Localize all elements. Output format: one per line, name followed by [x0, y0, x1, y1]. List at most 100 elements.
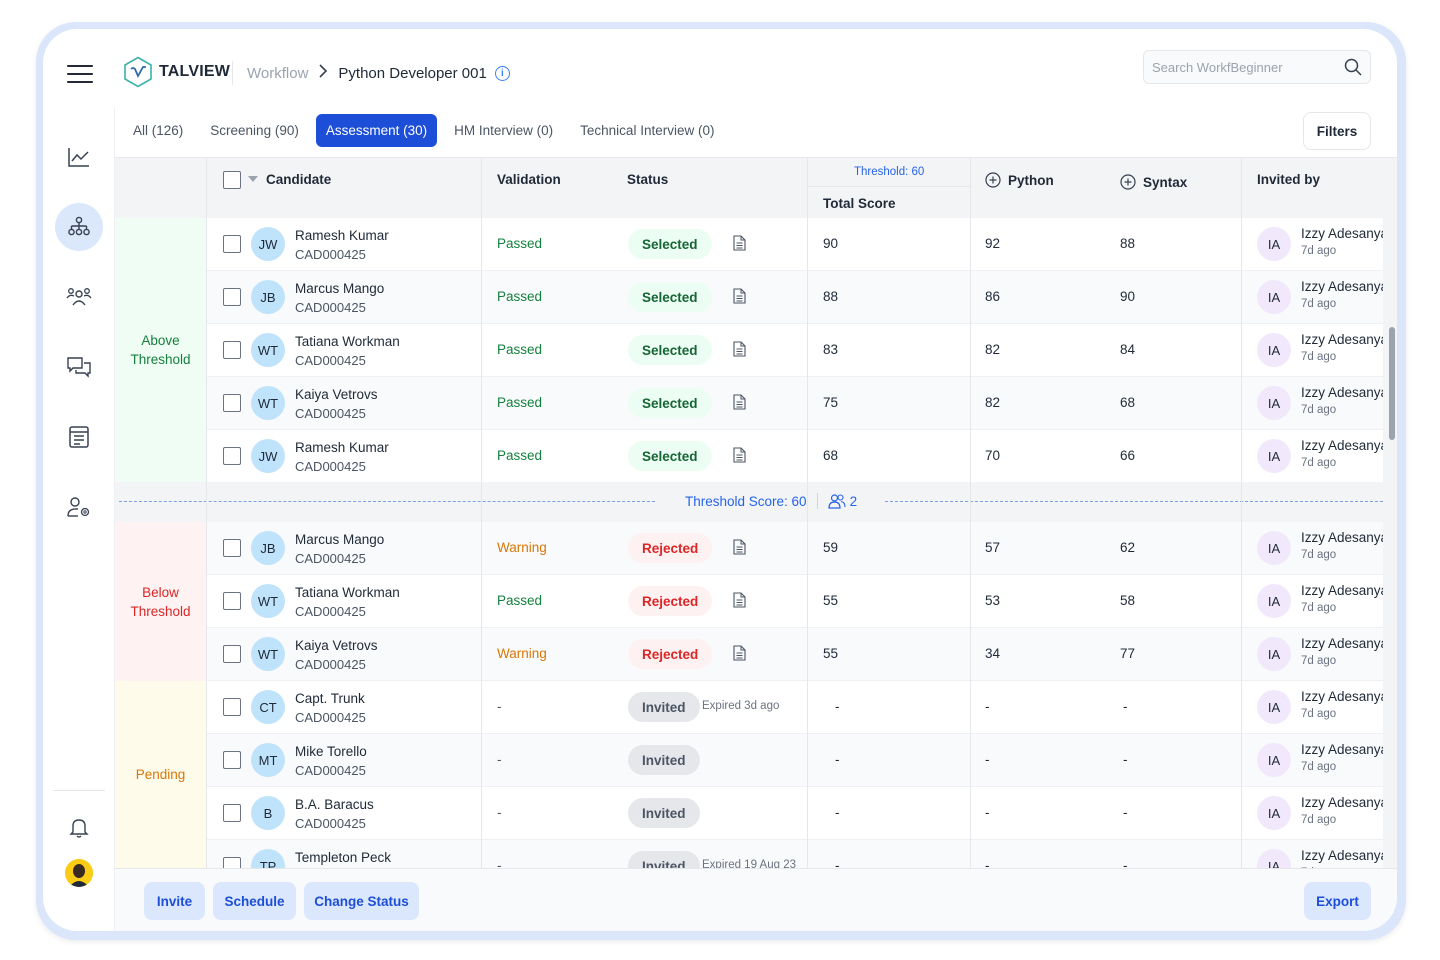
status-badge[interactable]: Selected: [628, 335, 712, 365]
table-row[interactable]: WT Kaiya Vetrovs CAD000425 Passed Selected 75…: [206, 377, 1388, 430]
candidate-id: CAD000425: [295, 551, 366, 566]
tab-screening[interactable]: Screening (90): [200, 114, 309, 147]
dashed-line: [885, 501, 1383, 502]
notifications-button[interactable]: [55, 804, 103, 852]
candidate-name[interactable]: Templeton Peck: [295, 849, 391, 867]
row-checkbox[interactable]: [223, 645, 241, 663]
document-icon[interactable]: [733, 539, 746, 560]
table-row[interactable]: TPTempleton PeckCAD000425-InvitedExpired…: [206, 840, 1388, 868]
candidate-name[interactable]: Kaiya Vetrovs: [295, 637, 378, 655]
status-badge[interactable]: Invited: [628, 798, 700, 828]
table-row[interactable]: JB Marcus Mango CAD000425 Passed Selected 88 8…: [206, 271, 1388, 324]
sidebar-item-messages[interactable]: [55, 343, 103, 391]
table-row[interactable]: CT Capt. Trunk CAD000425 - Invited Expired 3d…: [206, 681, 1388, 734]
status-badge[interactable]: Selected: [628, 229, 712, 259]
row-checkbox[interactable]: [223, 539, 241, 557]
candidate-name[interactable]: Tatiana Workman: [295, 333, 400, 351]
candidate-name[interactable]: Capt. Trunk: [295, 690, 365, 708]
header-total-score[interactable]: Total Score: [823, 196, 896, 211]
filters-button[interactable]: Filters: [1303, 112, 1371, 150]
candidate-name[interactable]: B.A. Baracus: [295, 796, 374, 814]
document-icon[interactable]: [733, 645, 746, 666]
row-checkbox[interactable]: [223, 394, 241, 412]
candidate-name[interactable]: Tatiana Workman: [295, 584, 400, 602]
candidate-name[interactable]: Marcus Mango: [295, 531, 384, 549]
document-icon[interactable]: [733, 592, 746, 613]
header-invited-by[interactable]: Invited by: [1257, 172, 1320, 187]
status-badge[interactable]: Selected: [628, 441, 712, 471]
caret-down-icon[interactable]: [248, 176, 258, 182]
status-badge[interactable]: Invited: [628, 692, 700, 722]
status-badge[interactable]: Selected: [628, 388, 712, 418]
user-avatar[interactable]: [65, 859, 93, 887]
info-icon[interactable]: i: [494, 65, 510, 81]
inviter-avatar: IA: [1257, 690, 1291, 724]
tab-all[interactable]: All (126): [123, 114, 193, 147]
header-candidate[interactable]: Candidate: [266, 172, 331, 187]
user-photo-icon: [65, 859, 93, 887]
logo[interactable]: TALVIEW: [123, 56, 230, 88]
status-badge[interactable]: Rejected: [628, 639, 713, 669]
header-validation[interactable]: Validation: [497, 172, 561, 187]
document-icon[interactable]: [733, 394, 746, 415]
sidebar-item-user-settings[interactable]: [55, 483, 103, 531]
candidate-name[interactable]: Marcus Mango: [295, 280, 384, 298]
status-badge[interactable]: Rejected: [628, 533, 713, 563]
candidate-id: CAD000425: [295, 406, 366, 421]
candidate-id: CAD000425: [295, 300, 366, 315]
document-icon[interactable]: [733, 447, 746, 468]
table-row[interactable]: MT Mike Torello CAD000425 - Invited - - - IA Izzy…: [206, 734, 1388, 787]
table-row[interactable]: WT Kaiya Vetrovs CAD000425 Warning Rejected 5…: [206, 628, 1388, 681]
row-checkbox[interactable]: [223, 751, 241, 769]
candidate-name[interactable]: Ramesh Kumar: [295, 439, 389, 457]
table-row[interactable]: JB Marcus Mango CAD000425 Warning Rejected 59…: [206, 522, 1388, 575]
sidebar-item-analytics[interactable]: [55, 133, 103, 181]
row-checkbox[interactable]: [223, 235, 241, 253]
table-row[interactable]: JW Ramesh Kumar CAD000425 Passed Selected 90 9…: [206, 218, 1388, 271]
menu-icon[interactable]: [67, 65, 93, 83]
schedule-button[interactable]: Schedule: [213, 882, 296, 920]
header-status[interactable]: Status: [627, 172, 668, 187]
header-syntax[interactable]: Syntax: [1120, 174, 1187, 190]
row-checkbox[interactable]: [223, 804, 241, 822]
tab-technical-interview[interactable]: Technical Interview (0): [570, 114, 724, 147]
search-icon[interactable]: [1344, 58, 1362, 76]
candidate-name[interactable]: Ramesh Kumar: [295, 227, 389, 245]
table-row[interactable]: JW Ramesh Kumar CAD000425 Passed Selected 68 7…: [206, 430, 1388, 483]
table-row[interactable]: WT Tatiana Workman CAD000425 Passed Rejected…: [206, 575, 1388, 628]
document-icon[interactable]: [733, 235, 746, 256]
change-status-button[interactable]: Change Status: [304, 882, 419, 920]
table-row[interactable]: WT Tatiana Workman CAD000425 Passed Selected…: [206, 324, 1388, 377]
row-checkbox[interactable]: [223, 698, 241, 716]
export-button[interactable]: Export: [1304, 882, 1371, 920]
header-python[interactable]: Python: [985, 172, 1054, 188]
row-checkbox[interactable]: [223, 857, 241, 868]
invite-button[interactable]: Invite: [144, 882, 205, 920]
status-badge[interactable]: Selected: [628, 282, 712, 312]
status-badge[interactable]: Invited: [628, 851, 700, 868]
sidebar-item-workflow[interactable]: [55, 203, 103, 251]
document-icon[interactable]: [733, 288, 746, 309]
row-checkbox[interactable]: [223, 288, 241, 306]
tab-assessment[interactable]: Assessment (30): [315, 114, 438, 147]
candidate-name[interactable]: Kaiya Vetrovs: [295, 386, 378, 404]
row-checkbox[interactable]: [223, 341, 241, 359]
row-checkbox[interactable]: [223, 592, 241, 610]
tab-hm-interview[interactable]: HM Interview (0): [444, 114, 563, 147]
scrollbar-thumb[interactable]: [1389, 327, 1395, 440]
document-icon[interactable]: [733, 341, 746, 362]
total-score: 75: [823, 395, 839, 410]
sidebar-item-reports[interactable]: [55, 413, 103, 461]
syntax-score: 90: [1120, 289, 1136, 304]
table-row[interactable]: B B.A. Baracus CAD000425 - Invited - - - IA Izzy …: [206, 787, 1388, 840]
status-badge[interactable]: Rejected: [628, 586, 713, 616]
breadcrumb-workflow[interactable]: Workflow: [247, 65, 308, 82]
select-all-checkbox[interactable]: [223, 171, 241, 189]
inviter-avatar: IA: [1257, 227, 1291, 261]
row-checkbox[interactable]: [223, 447, 241, 465]
search-input[interactable]: [1152, 59, 1344, 75]
total-score: 55: [823, 646, 839, 661]
sidebar-item-candidates[interactable]: [55, 273, 103, 321]
candidate-name[interactable]: Mike Torello: [295, 743, 367, 761]
status-badge[interactable]: Invited: [628, 745, 700, 775]
